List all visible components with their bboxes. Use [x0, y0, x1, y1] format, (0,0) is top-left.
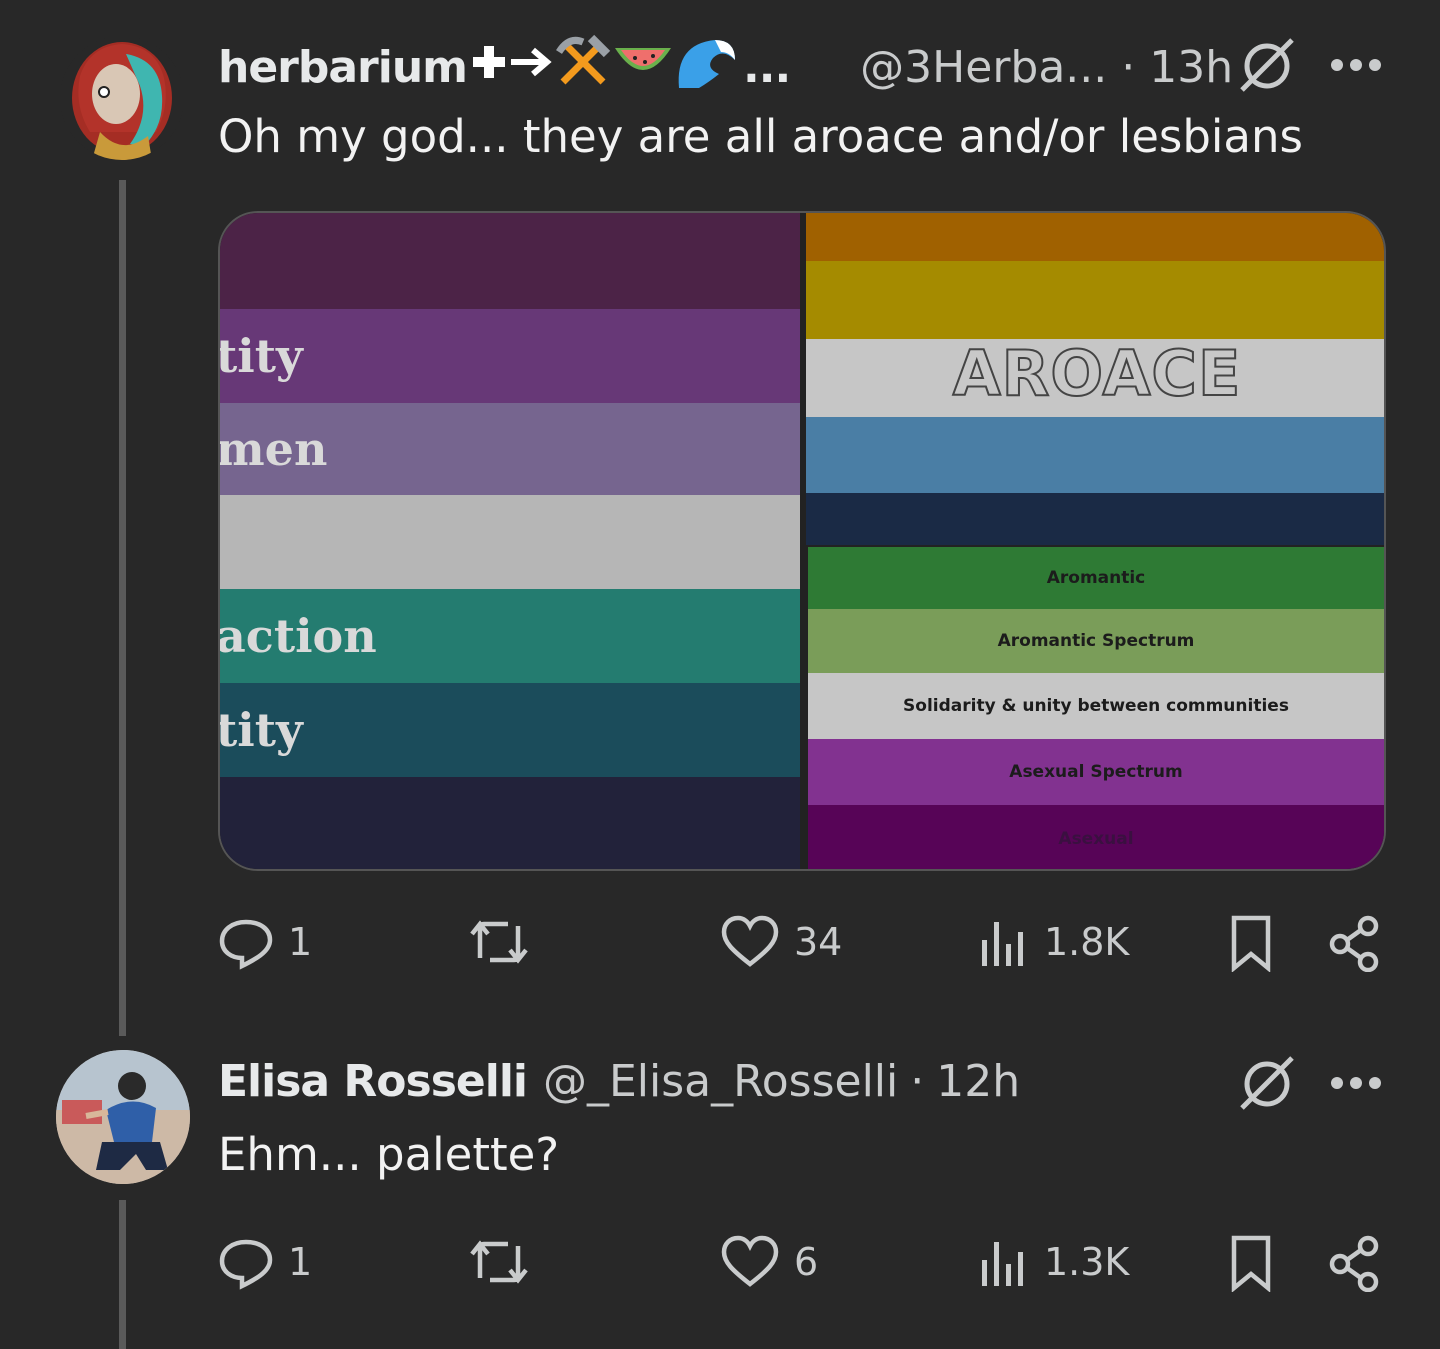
aroace-label: AROACE	[952, 336, 1242, 411]
flag-stripe	[806, 493, 1384, 545]
repost-icon	[470, 920, 528, 964]
flag-stripe	[806, 417, 1384, 493]
share-icon	[1329, 1235, 1379, 1292]
reply-bubble-icon	[219, 919, 273, 970]
flag-stripe: tity	[220, 683, 800, 777]
arrow-emoji-icon	[511, 47, 552, 77]
flag-stripe: men	[220, 403, 800, 495]
flag-stripe: action	[220, 589, 800, 683]
name-ellipsis: ...	[743, 42, 791, 93]
views-bars-icon	[982, 922, 1023, 966]
post-header: herbarium ... @3Herba... · 13h	[218, 34, 1233, 93]
post-text: Oh my god... they are all aroace and/or …	[218, 110, 1303, 163]
flag-stripe	[806, 261, 1384, 339]
heart-icon	[721, 915, 779, 967]
flag-stripe	[220, 495, 800, 589]
timestamp[interactable]: 12h	[936, 1056, 1020, 1107]
flag-stripe: Asexual Spectrum	[808, 739, 1384, 805]
slashed-circle-icon[interactable]	[1236, 1054, 1298, 1112]
watermelon-emoji-icon	[615, 48, 672, 70]
views-button[interactable]: 1.3K	[974, 1234, 1129, 1290]
like-button[interactable]: 34	[720, 914, 842, 970]
flag-stripe: Solidarity & unity between communities	[808, 673, 1384, 739]
reply-button[interactable]: 1	[218, 914, 312, 970]
aroace-meaning-panel: Aromantic Aromantic Spectrum Solidarity …	[808, 547, 1384, 869]
reply-count: 1	[288, 1240, 313, 1284]
thread-line-lower	[119, 1200, 126, 1349]
slashed-circle-icon[interactable]	[1236, 36, 1298, 94]
flag-stripe: Aromantic	[808, 547, 1384, 609]
flag-stripe	[220, 213, 800, 309]
flag-stripe-label: action	[218, 609, 377, 663]
handle[interactable]: @_Elisa_Rosselli	[543, 1056, 898, 1107]
repost-button[interactable]	[468, 1234, 530, 1290]
bookmark-icon	[1231, 1235, 1271, 1292]
aroace-flag-panel: AROACE	[806, 213, 1384, 545]
bookmark-icon	[1231, 915, 1271, 972]
avatar[interactable]	[60, 36, 184, 160]
like-count: 6	[794, 1240, 819, 1284]
post-actions: 1 6 1.3K	[218, 1234, 1388, 1294]
handle[interactable]: @3Herba...	[860, 42, 1107, 93]
like-button[interactable]: 6	[720, 1234, 818, 1290]
flag-stripe-label: tity	[218, 703, 303, 757]
name-emojis	[469, 34, 739, 90]
repost-button[interactable]	[468, 914, 530, 970]
views-bars-icon	[982, 1242, 1023, 1286]
lesbian-flag-panel: tity men action tity	[220, 213, 804, 869]
post-text: Ehm... palette?	[218, 1128, 560, 1181]
plus-emoji-icon	[473, 46, 506, 78]
post-header: Elisa Rosselli @_Elisa_Rosselli · 12h	[218, 1056, 1020, 1107]
thread-line-upper	[119, 180, 126, 1036]
flag-stripe: Asexual	[808, 805, 1384, 869]
flag-stripe: tity	[220, 309, 800, 403]
flag-stripe	[806, 213, 1384, 261]
heart-icon	[721, 1235, 779, 1287]
like-count: 34	[794, 920, 843, 964]
separator: ·	[1121, 42, 1136, 93]
views-button[interactable]: 1.8K	[974, 914, 1129, 970]
reply-count: 1	[288, 920, 313, 964]
reply-button[interactable]: 1	[218, 1234, 312, 1290]
flag-stripe-label: men	[218, 422, 328, 476]
wave-emoji-icon	[678, 40, 736, 88]
avatar[interactable]	[56, 1050, 190, 1184]
more-dots-icon[interactable]	[1330, 1076, 1382, 1090]
separator: ·	[910, 1056, 925, 1107]
display-name[interactable]: herbarium	[218, 42, 468, 93]
flag-stripe	[220, 777, 800, 869]
timestamp[interactable]: 13h	[1149, 42, 1233, 93]
flag-stripe: Aromantic Spectrum	[808, 609, 1384, 673]
bookmark-button[interactable]	[1226, 914, 1276, 972]
views-count: 1.3K	[1044, 1240, 1130, 1284]
more-dots-icon[interactable]	[1330, 58, 1382, 72]
reply-bubble-icon	[219, 1239, 273, 1290]
share-button[interactable]	[1326, 914, 1382, 972]
hammer-pick-emoji-icon	[556, 34, 611, 85]
flag-stripe-label: tity	[218, 329, 303, 383]
display-name[interactable]: Elisa Rosselli	[218, 1056, 528, 1107]
share-button[interactable]	[1326, 1234, 1382, 1292]
repost-icon	[470, 1240, 528, 1284]
post-actions: 1 34 1.8K	[218, 914, 1388, 974]
bookmark-button[interactable]	[1226, 1234, 1276, 1292]
post-image[interactable]: tity men action tity AROACE Aromantic Ar…	[218, 211, 1386, 871]
views-count: 1.8K	[1044, 920, 1130, 964]
share-icon	[1329, 915, 1379, 972]
